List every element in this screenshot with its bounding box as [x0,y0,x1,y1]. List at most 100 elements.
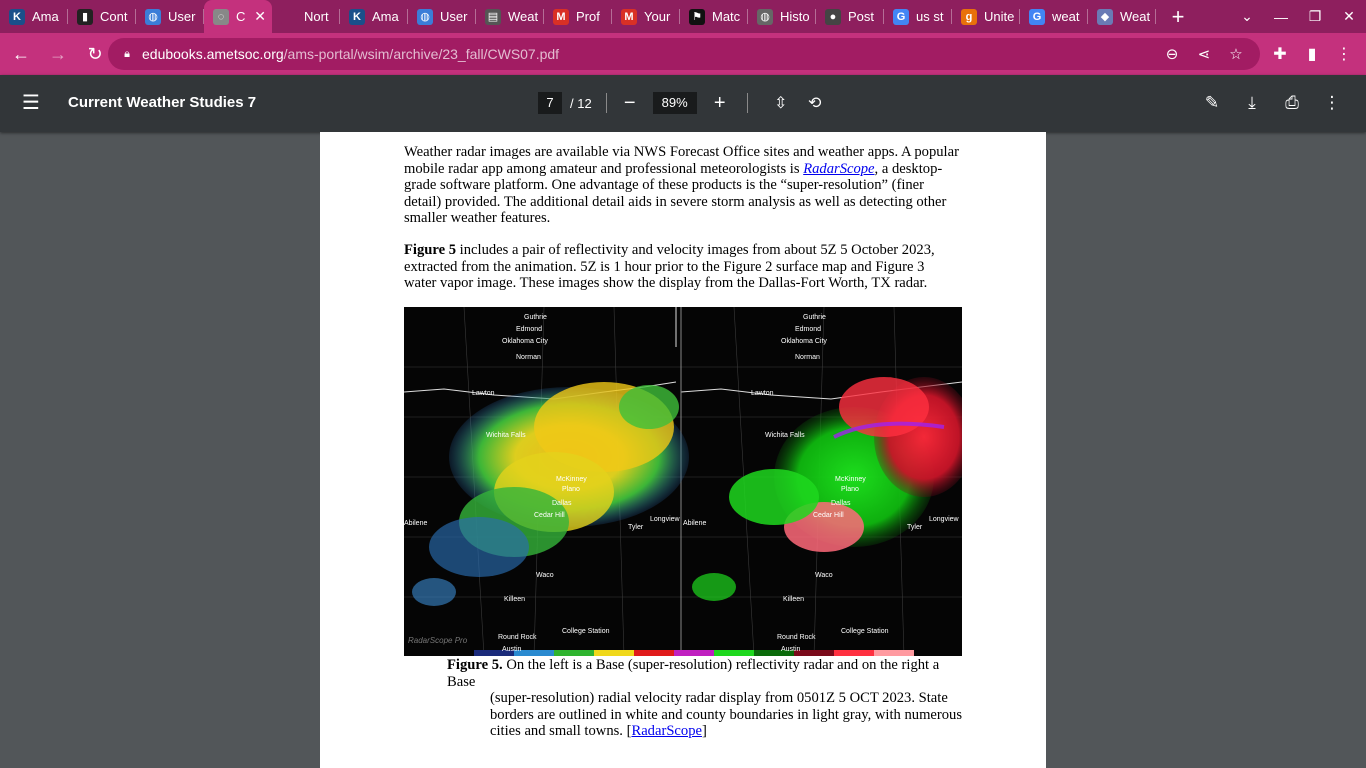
reload-icon[interactable]: ↻ [79,38,111,70]
tab-title: Cont [100,9,128,24]
browser-tab[interactable]: ◍ User [136,0,204,33]
browser-tab[interactable]: ◆ Weat [1088,0,1156,33]
zoom-out-icon[interactable]: ⊖ [1156,45,1188,63]
google-icon: G [893,8,909,25]
city-label: Norman [516,354,541,361]
zoom-out-button[interactable]: − [617,92,643,115]
browser-tab[interactable]: Nort [272,0,340,33]
blank-icon [281,8,297,25]
restore-icon[interactable]: ❐ [1298,0,1332,33]
tab-title: Post [848,9,875,24]
browser-tab[interactable]: g Unite [952,0,1020,33]
browser-tab[interactable]: ◌ C ✕ [204,0,272,33]
flag-icon: ⚑ [689,8,705,25]
browser-tab[interactable]: ▮ Cont [68,0,136,33]
city-label: Waco [815,572,833,579]
browser-tab[interactable]: M Prof [544,0,612,33]
city-label: Round Rock [498,634,537,641]
browser-toolbar: ← → ↻ 🔒︎ edubooks.ametsoc.org/ams-portal… [0,33,1366,75]
back-icon[interactable]: ← [5,38,37,70]
browser-tab[interactable]: ⚑ Matc [680,0,748,33]
window-controls: ⌄ — ❐ ✕ [1230,0,1366,33]
zoom-in-button[interactable]: + [707,92,733,115]
browser-tab[interactable]: Gweat [1020,0,1088,33]
fit-to-page-icon[interactable]: ⇳ [766,93,796,113]
city-label: Lawton [751,390,774,397]
extensions-icon[interactable]: ✚ [1264,44,1296,64]
browser-menu-icon[interactable]: ⋮ [1328,44,1360,64]
rotate-icon[interactable]: ⟲ [800,93,830,113]
figure-ref: Figure 5 [404,242,457,258]
tab-title: Prof [576,9,600,24]
toolbar-divider [746,93,748,113]
minimize-icon[interactable]: — [1264,0,1298,33]
bookmark-star-icon[interactable]: ☆ [1220,45,1252,63]
city-label: Austin [781,646,801,653]
pin-icon: ● [825,8,841,25]
browser-tab[interactable]: ▤ Weat [476,0,544,33]
print-icon[interactable]: ⎙ [1272,93,1312,113]
forward-icon[interactable]: → [42,38,74,70]
tab-search-icon[interactable]: ⌄ [1230,0,1264,33]
tab-title: weat [1052,9,1080,24]
city-label: Killeen [783,596,804,603]
new-tab-button[interactable]: + [1160,0,1196,33]
toolbar-divider [605,93,607,113]
color-scale-bar [474,650,914,656]
zoom-level-input[interactable]: 89% [652,92,697,114]
url-path: /ams-portal/wsim/archive/23_fall/CWS07.p… [283,46,560,62]
watermark: RadarScope Pro [408,636,468,645]
page-number-input[interactable]: 7 [538,92,562,114]
loading-icon: ◌ [213,8,229,25]
gmail-icon: M [553,8,569,25]
browser-tab[interactable]: ◍ Histo [748,0,816,33]
address-bar[interactable]: 🔒︎ edubooks.ametsoc.org/ams-portal/wsim/… [108,38,1260,70]
radarscope-link[interactable]: RadarScope [803,161,874,177]
tab-title: us st [916,9,944,24]
browser-tab[interactable]: K Ama [0,0,68,33]
pdf-menu-icon[interactable]: ☰ [22,93,46,113]
tab-title: Matc [712,9,741,24]
city-label: Longview [929,516,960,523]
bar-chart-icon: ▮ [77,8,93,25]
city-label: Lawton [472,390,495,397]
caption-body: (super-resolution) radial velocity radar… [447,690,967,740]
download-icon[interactable]: ⤓ [1232,93,1272,113]
radar-figure: Guthrie Guthrie Edmond Edmond Oklahoma City O… [404,307,962,656]
city-label: Dallas [831,500,851,507]
tab-title: Your [644,9,671,24]
close-window-icon[interactable]: ✕ [1332,0,1366,33]
side-panel-icon[interactable]: ▮ [1296,44,1328,64]
more-options-icon[interactable]: ⋮ [1312,93,1352,113]
browser-tab[interactable]: M Your [612,0,680,33]
city-label: McKinney [556,476,587,483]
browser-tab[interactable]: Gus st [884,0,952,33]
browser-tab[interactable]: ◍ User [408,0,476,33]
tab-title: User [440,9,468,24]
city-label: Dallas [552,500,572,507]
text: On the left is a Base (super-resolution)… [447,657,940,690]
tab-title: Weat [508,9,538,24]
city-label: Cedar Hill [813,512,844,519]
city-label: Wichita Falls [486,432,526,439]
city-label: Round Rock [777,634,816,641]
share-icon[interactable]: ⋖ [1188,45,1220,63]
city-label: Austin [502,646,522,653]
annotate-pen-icon[interactable]: ✎ [1192,93,1232,113]
close-tab-icon[interactable]: ✕ [254,8,266,25]
city-label: Cedar Hill [534,512,565,519]
browser-tab[interactable]: K Ama [340,0,408,33]
lock-icon[interactable]: 🔒︎ [112,48,142,61]
ams-logo-icon: K [349,8,365,25]
caption-radarscope-link[interactable]: RadarScope [631,723,702,739]
city-label: Tyler [907,524,923,531]
city-label: Plano [562,486,580,493]
tab-title: User [168,9,196,24]
ams-logo-icon: K [9,8,25,25]
browser-tab[interactable]: ● Post [816,0,884,33]
figure-caption: Figure 5. On the left is a Base (super-r… [447,657,967,740]
tab-title: Nort [304,9,329,24]
city-label: Norman [795,354,820,361]
city-label: College Station [562,628,610,635]
text: (super-resolution) radial velocity radar… [490,690,963,739]
